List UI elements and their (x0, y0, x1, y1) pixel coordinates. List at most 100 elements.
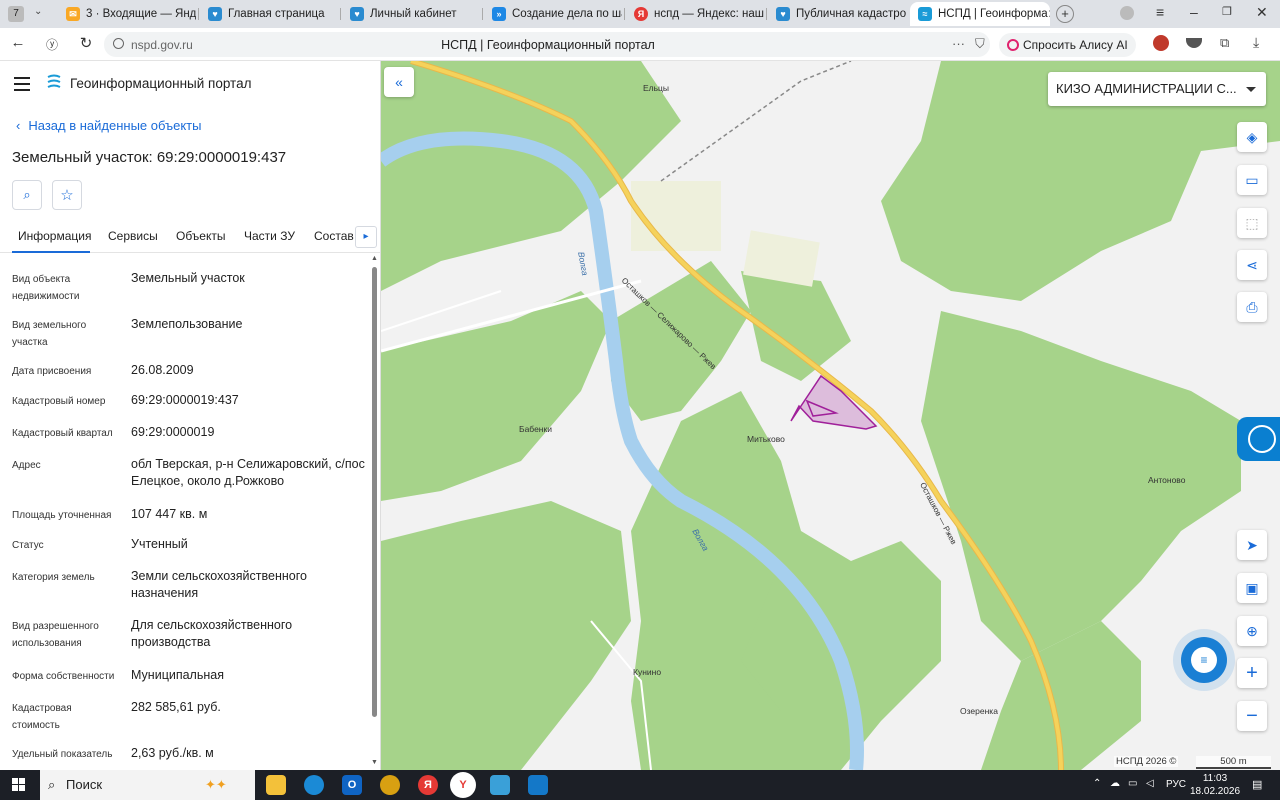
bookmark-icon[interactable]: ⛉ (975, 36, 985, 52)
layer-select-dropdown[interactable]: КИЗО АДМИНИСТРАЦИИ С... (1048, 72, 1266, 106)
scroll-up-icon[interactable]: ▲ (371, 255, 378, 262)
geo-search-button[interactable]: ⊕ (1237, 616, 1267, 646)
tab-objects[interactable]: Объекты (176, 229, 226, 243)
minimize-icon[interactable]: – (1190, 4, 1198, 20)
forest-area (921, 311, 1241, 661)
chevron-left-icon: ‹ (16, 118, 21, 133)
clock-date: 18.02.2026 (1190, 786, 1241, 797)
browser-tab[interactable]: ♥ Главная страница (200, 2, 338, 26)
chat-icon: ≡ (1191, 647, 1217, 673)
more-icon[interactable]: ··· (952, 36, 965, 51)
my-location-button[interactable]: ➤ (1237, 530, 1267, 560)
tab-parcel-parts[interactable]: Части ЗУ (244, 229, 295, 243)
minus-icon: − (1246, 704, 1258, 727)
network-icon[interactable]: ▭ (1128, 778, 1137, 789)
extension-icon[interactable] (1153, 35, 1169, 51)
scroll-down-icon[interactable]: ▼ (371, 759, 378, 766)
zoom-out-button[interactable]: − (1237, 701, 1267, 731)
tab-services[interactable]: Сервисы (108, 229, 158, 243)
outlook-icon[interactable]: O (342, 775, 362, 795)
windows-start-icon[interactable] (12, 778, 25, 791)
yandex-browser-icon[interactable]: Y (450, 772, 476, 798)
place-label: Озеренка (960, 706, 998, 716)
info-tabs: Информация Сервисы Объекты Части ЗУ Сост… (0, 221, 380, 253)
tray-chevron-icon[interactable]: ⌃ (1093, 778, 1101, 789)
language-indicator[interactable]: РУС (1166, 779, 1186, 790)
locate-object-button[interactable]: ⌕ (12, 180, 42, 210)
zoom-in-button[interactable]: + (1237, 658, 1267, 688)
area-search-button[interactable]: ⬚ (1237, 208, 1267, 238)
search-label: Поиск (66, 777, 103, 792)
share-button[interactable]: ⋖ (1237, 250, 1267, 280)
portal-logo-icon (47, 74, 61, 88)
map-canvas[interactable] (381, 61, 1280, 770)
forest-area (381, 291, 611, 501)
tab-information[interactable]: Информация (18, 229, 91, 243)
layers-button[interactable]: ◈ (1237, 122, 1267, 152)
tab-counter[interactable]: 7 (8, 6, 24, 22)
alice-label: Спросить Алису AI (1023, 38, 1128, 52)
field-value: Муниципальная (131, 668, 224, 682)
field-value: 69:29:0000019:437 (131, 393, 239, 407)
back-to-results-link[interactable]: ‹ Назад в найденные объекты (16, 118, 201, 133)
browser-tab[interactable]: » Создание дела по шаблону (484, 2, 622, 26)
tabs-dropdown-icon[interactable]: ⌄ (34, 6, 42, 17)
edge-icon[interactable] (304, 775, 324, 795)
volume-icon[interactable]: ◁ (1146, 778, 1154, 789)
field-value: Земельный участок (131, 271, 245, 285)
taskbar-clock[interactable]: 11:03 18.02.2026 (1190, 772, 1240, 798)
chrome-icon[interactable] (380, 775, 400, 795)
field-label: Кадастровый квартал (12, 428, 113, 439)
hamburger-menu-icon[interactable] (14, 77, 30, 95)
tab-title: 3 · Входящие — Яндекс (86, 8, 196, 20)
location-arrow-icon: ➤ (1246, 536, 1258, 553)
field-label: Удельный показатель (12, 749, 113, 760)
scrollbar-thumb[interactable] (372, 267, 377, 717)
windows-taskbar: ⌕ Поиск ✦✦ O Я Y ⌃ ☁ ▭ ◁ РУС 11:03 18.02… (0, 770, 1280, 800)
browser-tab[interactable]: Я нспд — Яндекс: нашлось (626, 2, 764, 26)
browser-tab[interactable]: ✉ 3 · Входящие — Яндекс (58, 2, 196, 26)
browser-tab[interactable]: ♥ Личный кабинет (342, 2, 480, 26)
yandex-icon: Я (634, 7, 648, 21)
alice-icon (1007, 39, 1019, 51)
chat-button[interactable]: ≡ (1181, 637, 1227, 683)
browser-tab-active[interactable]: ≈ НСПД | Геоинформа ✕ (910, 2, 1050, 26)
file-explorer-icon[interactable] (266, 775, 286, 795)
menu-icon[interactable]: ≡ (1156, 4, 1164, 20)
app-icon[interactable] (528, 775, 548, 795)
tab-title: Личный кабинет (370, 8, 457, 20)
minimap-button[interactable]: ▣ (1237, 573, 1267, 603)
download-arrow-icon[interactable]: ⤓ (1253, 34, 1259, 51)
area-search-icon: ⬚ (1245, 214, 1259, 231)
tab-composition[interactable]: Состав (314, 229, 354, 243)
map-view[interactable]: Ельцы Бабенки Митьково Антоново Кунино О… (381, 61, 1280, 770)
panel-scrollbar[interactable]: ▲ ▼ (370, 255, 378, 767)
print-button[interactable]: ⎙ (1237, 292, 1267, 322)
alice-button[interactable]: Спросить Алису AI (999, 33, 1136, 57)
new-tab-button[interactable]: + (1056, 5, 1074, 23)
browser-tab[interactable]: ♥ Публичная кадастровая (768, 2, 906, 26)
app-icon[interactable] (490, 775, 510, 795)
address-bar: ← ⓨ ↻ nspd.gov.ru НСПД | Геоинформационн… (0, 28, 1280, 61)
downloads-icon[interactable] (1186, 38, 1202, 48)
close-window-icon[interactable]: ✕ (1256, 4, 1268, 21)
ruler-button[interactable]: ▭ (1237, 165, 1267, 195)
collections-icon[interactable]: ⧉ (1220, 35, 1229, 51)
tray-icon[interactable]: ☁ (1110, 778, 1120, 789)
yandex-app-icon[interactable]: Я (418, 775, 438, 795)
object-title: Земельный участок: 69:29:0000019:437 (12, 149, 287, 166)
notifications-icon[interactable]: ▤ (1252, 778, 1262, 791)
maximize-icon[interactable]: ❐ (1222, 5, 1232, 18)
side-widget-button[interactable] (1237, 417, 1280, 461)
place-label: Кунино (633, 667, 662, 677)
taskbar-search[interactable]: ⌕ Поиск ✦✦ (40, 770, 255, 800)
tabs-scroll-right-button[interactable]: ▸ (355, 226, 377, 248)
favorite-button[interactable]: ☆ (52, 180, 82, 210)
field-value: Земли сельскохозяйственного назначения (131, 569, 307, 600)
profile-icon[interactable] (1120, 6, 1134, 20)
tab-title: нспд — Яндекс: нашлось (654, 8, 764, 20)
close-tab-icon[interactable]: ✕ (1048, 7, 1050, 21)
layer-select-value: КИЗО АДМИНИСТРАЦИИ С... (1056, 81, 1237, 96)
collapse-panel-button[interactable]: « (384, 67, 414, 97)
field-label: Статус (12, 540, 44, 551)
